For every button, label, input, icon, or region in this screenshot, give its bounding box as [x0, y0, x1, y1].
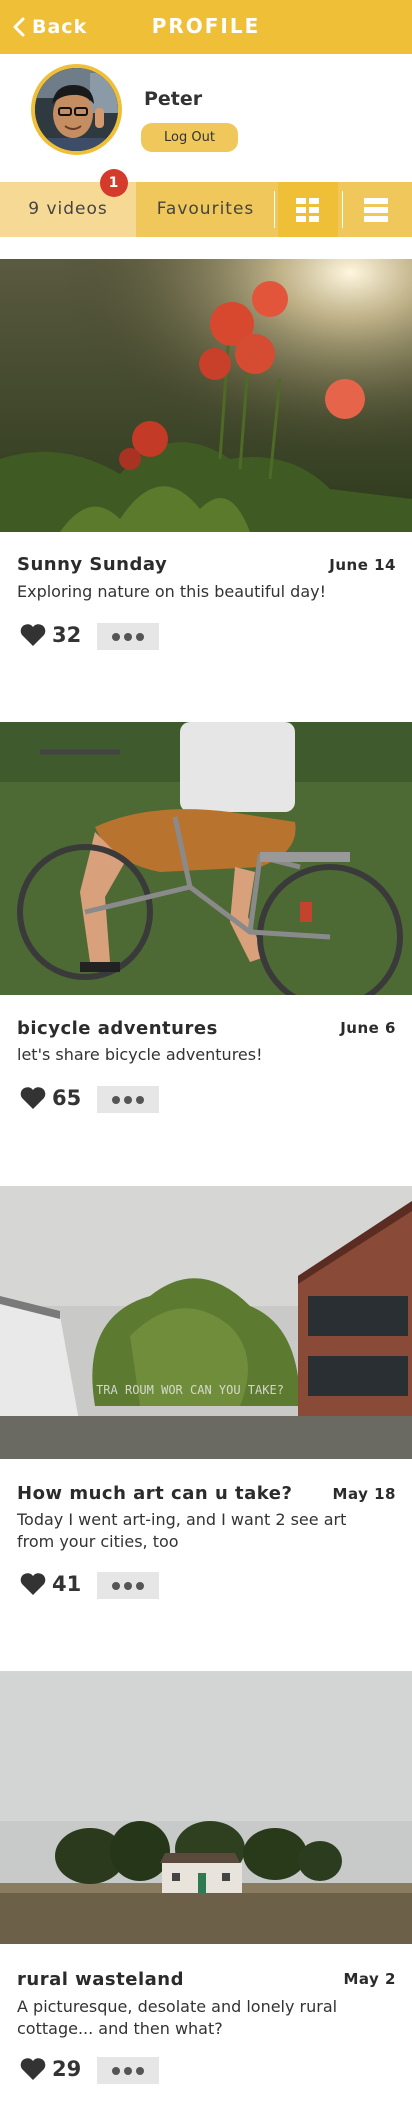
more-dots-icon — [124, 1581, 132, 1590]
more-options-button[interactable] — [97, 2057, 159, 2084]
post-photo[interactable]: TRA ROUM WOR CAN YOU TAKE? — [0, 1186, 412, 1459]
tab-bar: 9 videos 1 Favourites — [0, 169, 412, 237]
more-options-button[interactable] — [97, 1086, 159, 1113]
user-name: Peter — [144, 88, 203, 110]
tab-favourites[interactable]: Favourites — [138, 182, 273, 237]
avatar-photo — [35, 68, 118, 151]
more-dots-icon — [136, 632, 144, 641]
more-dots-icon — [112, 2066, 120, 2075]
like-count: 41 — [52, 1572, 82, 1596]
logout-button[interactable]: Log Out — [141, 123, 238, 152]
post-photo[interactable] — [0, 259, 412, 532]
grid-view-button[interactable] — [278, 182, 338, 237]
like-button[interactable]: 32 — [20, 620, 81, 650]
top-bar: Back PROFILE — [0, 0, 412, 54]
more-dots-icon — [124, 1095, 132, 1104]
post-card: rural wasteland May 2 A picturesque, des… — [0, 1671, 412, 2111]
heart-icon — [20, 624, 46, 646]
more-dots-icon — [112, 632, 120, 641]
post-title: Sunny Sunday — [17, 554, 168, 575]
tab-videos[interactable]: 9 videos 1 — [0, 169, 136, 237]
tab-favourites-label: Favourites — [156, 199, 255, 219]
post-date: May 2 — [343, 1970, 396, 1988]
flower-photo — [0, 259, 412, 532]
heart-icon — [20, 1087, 46, 1109]
post-card: TRA ROUM WOR CAN YOU TAKE? How much art … — [0, 1186, 412, 1606]
page-title: PROFILE — [151, 14, 261, 38]
tab-divider — [274, 191, 275, 228]
post-card: bicycle adventures June 6 let's share bi… — [0, 722, 412, 1122]
list-view-button[interactable] — [346, 182, 406, 237]
post-title: bicycle adventures — [17, 1018, 218, 1039]
photo-text: TRA ROUM WOR CAN YOU TAKE? — [96, 1383, 284, 1397]
more-dots-icon — [124, 632, 132, 641]
post-title: rural wasteland — [17, 1969, 184, 1990]
post-description: Today I went art-ing, and I want 2 see a… — [17, 1510, 347, 1551]
post-card: Sunny Sunday June 14 Exploring nature on… — [0, 259, 412, 659]
tab-videos-label: 9 videos — [28, 199, 108, 219]
notification-badge: 1 — [100, 169, 128, 197]
avatar[interactable] — [31, 64, 122, 155]
heart-icon — [20, 1573, 46, 1595]
art-building-photo: TRA ROUM WOR CAN YOU TAKE? — [0, 1186, 412, 1459]
post-date: June 6 — [340, 1019, 396, 1037]
heart-icon — [20, 2058, 46, 2080]
more-dots-icon — [112, 1095, 120, 1104]
rural-cottage-photo — [0, 1671, 412, 1944]
like-count: 65 — [52, 1086, 82, 1110]
post-date: May 18 — [332, 1485, 396, 1503]
post-description: A picturesque, desolate and lonely rural… — [17, 1997, 338, 2038]
grid-icon — [296, 197, 319, 222]
more-dots-icon — [136, 1581, 144, 1590]
post-photo[interactable] — [0, 1671, 412, 1944]
post-description: Exploring nature on this beautiful day! — [17, 582, 326, 601]
post-date: June 14 — [329, 556, 396, 574]
like-button[interactable]: 65 — [20, 1083, 81, 1113]
more-options-button[interactable] — [97, 623, 159, 650]
post-description: let's share bicycle adventures! — [17, 1045, 263, 1064]
like-button[interactable]: 41 — [20, 1569, 81, 1599]
like-count: 32 — [52, 623, 82, 647]
bicycle-photo — [0, 722, 412, 995]
tab-divider — [342, 191, 343, 228]
post-photo[interactable] — [0, 722, 412, 995]
like-button[interactable]: 29 — [20, 2054, 81, 2084]
post-title: How much art can u take? — [17, 1483, 293, 1504]
more-dots-icon — [136, 2066, 144, 2075]
more-dots-icon — [124, 2066, 132, 2075]
more-dots-icon — [136, 1095, 144, 1104]
profile-section: Peter Log Out — [0, 54, 412, 182]
list-icon — [364, 197, 388, 222]
more-options-button[interactable] — [97, 1572, 159, 1599]
more-dots-icon — [112, 1581, 120, 1590]
like-count: 29 — [52, 2057, 82, 2081]
